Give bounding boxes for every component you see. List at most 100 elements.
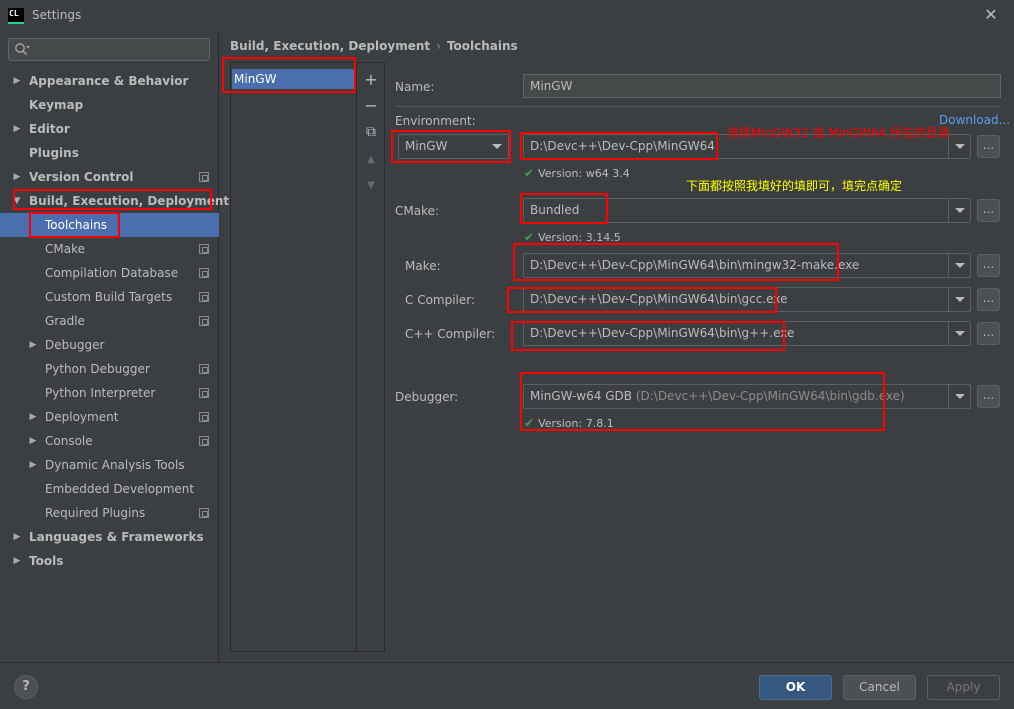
cpp-compiler-label: C++ Compiler: — [405, 327, 496, 341]
c-compiler-value: D:\Devc++\Dev-Cpp\MinGW64\bin\gcc.exe — [530, 292, 788, 306]
sidebar-item-languages-frameworks[interactable]: ▶ Languages & Frameworks — [0, 525, 219, 549]
sidebar-item-python-debugger[interactable]: Python Debugger — [0, 357, 219, 381]
chevron-right-icon: ▶ — [29, 412, 37, 422]
breadcrumb-parent[interactable]: Build, Execution, Deployment — [230, 39, 430, 53]
window-title: Settings — [32, 8, 82, 22]
ok-button[interactable]: OK — [759, 675, 832, 700]
project-scope-icon — [199, 292, 209, 302]
copy-icon[interactable]: ⧉ — [362, 123, 380, 141]
sidebar-item-debugger[interactable]: ▶ Debugger — [0, 333, 219, 357]
sidebar-item-gradle[interactable]: Gradle — [0, 309, 219, 333]
project-scope-icon — [199, 364, 209, 374]
project-scope-icon — [199, 436, 209, 446]
chevron-right-icon: ▶ — [29, 436, 37, 446]
dialog-button-bar: ? OK Cancel Apply — [0, 662, 1014, 709]
project-scope-icon — [199, 316, 209, 326]
project-scope-icon — [199, 508, 209, 518]
debugger-version: ✔ Version: 7.8.1 — [524, 416, 614, 430]
cpp-compiler-browse-button[interactable]: ... — [977, 322, 1000, 345]
sidebar-item-version-control[interactable]: ▶ Version Control — [0, 165, 219, 189]
check-icon: ✔ — [524, 166, 535, 180]
chevron-down-icon — [948, 322, 970, 345]
sidebar-item-embedded-development[interactable]: Embedded Development — [0, 477, 219, 501]
make-combo[interactable]: D:\Devc++\Dev-Cpp\MinGW64\bin\mingw32-ma… — [523, 253, 971, 278]
environment-type-value: MinGW — [405, 139, 448, 153]
search-icon — [15, 43, 30, 55]
check-icon: ✔ — [524, 416, 535, 430]
debugger-combo[interactable]: MinGW-w64 GDB (D:\Devc++\Dev-Cpp\MinGW64… — [523, 384, 971, 409]
chevron-right-icon: ▶ — [29, 340, 37, 350]
sidebar-item-appearance[interactable]: ▶ Appearance & Behavior — [0, 69, 219, 93]
add-icon[interactable]: + — [362, 71, 380, 89]
cmake-version-text: Version: 3.14.5 — [538, 231, 621, 244]
sidebar-item-keymap[interactable]: Keymap — [0, 93, 219, 117]
sidebar-item-editor[interactable]: ▶ Editor — [0, 117, 219, 141]
chevron-down-icon: ▼ — [13, 196, 21, 206]
debugger-name: MinGW-w64 GDB — [530, 389, 632, 403]
cmake-label: CMake: — [395, 204, 440, 218]
environment-type-dropdown[interactable]: MinGW — [398, 134, 509, 159]
project-scope-icon — [199, 172, 209, 182]
annotation-yellow-note: 下面都按照我填好的填即可，填完点确定 — [686, 179, 903, 193]
clion-app-icon: CL — [8, 8, 24, 24]
apply-button[interactable]: Apply — [927, 675, 1000, 700]
debugger-path: (D:\Devc++\Dev-Cpp\MinGW64\bin\gdb.exe) — [635, 389, 905, 403]
c-compiler-combo[interactable]: D:\Devc++\Dev-Cpp\MinGW64\bin\gcc.exe — [523, 287, 971, 312]
move-up-icon[interactable]: ▲ — [362, 151, 380, 169]
toolchains-list: MinGW — [230, 62, 357, 652]
toolchains-toolbar: + − ⧉ ▲ ▼ — [358, 62, 385, 652]
sidebar-item-tools[interactable]: ▶ Tools — [0, 549, 219, 573]
sidebar-item-compilation-database[interactable]: Compilation Database — [0, 261, 219, 285]
move-down-icon[interactable]: ▼ — [362, 177, 380, 195]
sidebar-item-toolchains[interactable]: Toolchains — [0, 213, 219, 237]
sidebar-item-required-plugins[interactable]: Required Plugins — [0, 501, 219, 525]
title-bar: CL Settings ✕ — [0, 0, 1014, 32]
chevron-down-icon — [948, 385, 970, 408]
search-input[interactable] — [8, 38, 210, 61]
environment-version: ✔ Version: w64 3.4 — [524, 166, 630, 180]
chevron-right-icon: ▶ — [13, 124, 21, 134]
environment-path-value: D:\Devc++\Dev-Cpp\MinGW64 — [530, 139, 715, 153]
environment-browse-button[interactable]: ... — [977, 135, 1000, 158]
environment-label: Environment: — [395, 114, 476, 128]
project-scope-icon — [199, 412, 209, 422]
breadcrumb: Build, Execution, Deployment › Toolchains — [230, 39, 518, 53]
chevron-right-icon: ▶ — [13, 76, 21, 86]
debugger-label: Debugger: — [395, 390, 459, 404]
remove-icon[interactable]: − — [362, 97, 380, 115]
sidebar-item-cmake[interactable]: CMake — [0, 237, 219, 261]
settings-sidebar: ▶ Appearance & Behavior Keymap ▶ Editor … — [0, 32, 230, 662]
name-field[interactable]: MinGW — [523, 74, 1001, 98]
debugger-browse-button[interactable]: ... — [977, 385, 1000, 408]
sidebar-item-plugins[interactable]: Plugins — [0, 141, 219, 165]
project-scope-icon — [199, 388, 209, 398]
project-scope-icon — [199, 244, 209, 254]
sidebar-item-dynamic-analysis-tools[interactable]: ▶ Dynamic Analysis Tools — [0, 453, 219, 477]
sidebar-item-build-execution-deployment[interactable]: ▼ Build, Execution, Deployment — [0, 189, 230, 213]
sidebar-item-console[interactable]: ▶ Console — [0, 429, 219, 453]
cpp-compiler-value: D:\Devc++\Dev-Cpp\MinGW64\bin\g++.exe — [530, 326, 795, 340]
cmake-browse-button[interactable]: ... — [977, 199, 1000, 222]
chevron-right-icon: ▶ — [13, 556, 21, 566]
sidebar-item-python-interpreter[interactable]: Python Interpreter — [0, 381, 219, 405]
toolchain-list-item-mingw[interactable]: MinGW — [232, 69, 356, 89]
chevron-right-icon: ▶ — [13, 172, 21, 182]
make-browse-button[interactable]: ... — [977, 254, 1000, 277]
make-label: Make: — [405, 259, 441, 273]
help-button[interactable]: ? — [14, 675, 38, 699]
breadcrumb-separator: › — [436, 39, 441, 53]
cmake-combo[interactable]: Bundled — [523, 198, 971, 223]
cancel-button[interactable]: Cancel — [843, 675, 916, 700]
check-icon: ✔ — [524, 230, 535, 244]
chevron-right-icon: ▶ — [13, 532, 21, 542]
annotation-red-note: 选择MinGW32 或 MinGW64 所在的目录 — [727, 126, 950, 140]
cpp-compiler-combo[interactable]: D:\Devc++\Dev-Cpp\MinGW64\bin\g++.exe — [523, 321, 971, 346]
chevron-down-icon — [948, 135, 970, 158]
c-compiler-browse-button[interactable]: ... — [977, 288, 1000, 311]
close-icon[interactable]: ✕ — [982, 6, 1000, 24]
sidebar-item-custom-build-targets[interactable]: Custom Build Targets — [0, 285, 219, 309]
environment-version-text: Version: w64 3.4 — [538, 167, 630, 180]
sidebar-item-deployment[interactable]: ▶ Deployment — [0, 405, 219, 429]
make-value: D:\Devc++\Dev-Cpp\MinGW64\bin\mingw32-ma… — [530, 258, 860, 272]
cmake-value: Bundled — [530, 203, 580, 217]
